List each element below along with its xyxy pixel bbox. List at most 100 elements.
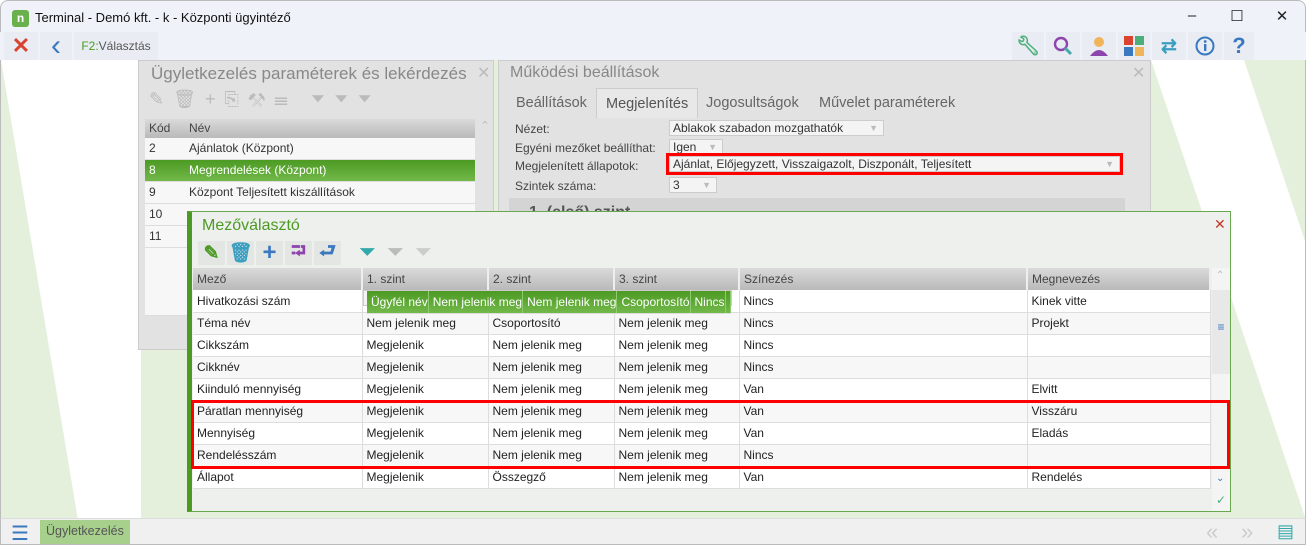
app-logo: n [12,10,29,27]
maximize-button[interactable]: ☐ [1222,7,1252,27]
tab-permissions[interactable]: Jogosultságok [697,88,808,118]
states-value: Ajánlat, Előjegyzett, Visszaigazolt, Dis… [673,157,972,171]
table-cell [1027,356,1211,379]
levels-select[interactable]: 3 ▼ [669,177,717,193]
chevron-down-icon: ▼ [708,142,717,152]
filter-clear-icon[interactable]: ⏷ [334,89,357,109]
levels-value: 3 [673,178,680,192]
column-header[interactable]: 3. szint [614,268,740,290]
move-down-icon[interactable]: ⮒ [285,241,312,265]
menu-icon[interactable]: ☰ [274,89,297,109]
view-value: Ablakok szabadon mozgathatók [673,121,844,135]
table-cell: Van [739,378,1028,401]
column-header[interactable]: 2. szint [488,268,615,290]
tab-settings[interactable]: Beállítások [507,88,596,118]
table-cell: Téma név [193,312,363,335]
add-icon[interactable]: + [205,89,225,109]
minimize-button[interactable]: – [1177,7,1207,27]
custom-fields-select[interactable]: Igen ▼ [669,139,723,155]
table-row[interactable]: 9 Központ Teljesített kiszállítások [145,182,475,204]
filter-clear-icon[interactable]: ⏷ [382,241,409,265]
scrollbar[interactable]: ⌃ ≡ ⌄ ✓ [1212,268,1230,511]
table-row[interactable]: Ügyfél név Nem jelenik meg Nem jelenik meg… [363,290,732,314]
scroll-down-icon[interactable]: ⌄ [1216,473,1224,484]
title-bar: n Terminal - Demó kft. - k - Központi üg… [0,0,1306,32]
table-cell: Csoportosító [488,312,615,335]
chevron-down-icon: ▼ [1105,159,1114,169]
delete-icon[interactable]: 🗑︎ [227,241,254,265]
edit-icon[interactable]: ✎ [149,89,173,109]
search-icon[interactable] [1046,32,1080,60]
column-header-name[interactable]: Név [189,119,210,138]
row-code: 9 [149,185,156,199]
row-code: 2 [149,141,156,155]
next-icon[interactable]: » [1241,519,1253,545]
delete-icon[interactable]: 🗑︎ [173,89,205,109]
table-cell: Nem jelenik meg [428,291,524,314]
swap-icon[interactable]: ⇄ [1152,32,1186,60]
tab-transactions[interactable]: Ügyletkezelés [40,520,130,544]
table-row[interactable]: Téma név Nem jelenik meg Csoportosító Nem j… [193,312,1211,335]
table-row[interactable]: Állapot Megjelenik Összegző Nem jelenik meg… [193,466,1211,489]
close-icon[interactable]: ✕ [4,32,38,60]
table-header: Mező 1. szint 2. szint 3. szint Színezés Megn… [193,268,1211,290]
previous-icon[interactable]: « [1206,519,1218,545]
table-row[interactable]: Kiinduló mennyiség Megjelenik Nem jelenik … [193,378,1211,401]
apps-icon[interactable] [1118,32,1150,60]
custom-fields-label: Egyéni mezőket beállíthat: [515,141,656,155]
table-cell: Nincs [690,291,726,314]
row-code: 11 [149,229,162,243]
menu-icon[interactable]: ☰ [11,521,29,546]
add-icon[interactable]: + [256,239,283,266]
tools-icon[interactable]: ⚒ [248,89,274,109]
document-icon[interactable]: ▤ [1277,521,1294,542]
states-select[interactable]: Ajánlat, Előjegyzett, Visszaigazolt, Dis… [666,153,1123,175]
info-icon[interactable] [1188,32,1222,60]
table-cell: Csoportosító [616,291,691,314]
table-row[interactable]: 2 Ajánlatok (Központ) [145,138,475,160]
scroll-thumb[interactable]: ≡ [1212,290,1230,374]
back-icon[interactable]: ‹ [40,29,72,62]
close-window-button[interactable]: ✕ [1267,7,1297,27]
filter-icon[interactable]: ⏷ [354,241,381,265]
table-row[interactable]: Cikkszám Megjelenik Nem jelenik meg Nem jel… [193,334,1211,357]
column-header-code[interactable]: Kód [149,119,170,138]
wrench-icon[interactable]: 🔧︎ [1012,32,1044,60]
user-icon[interactable] [1082,32,1116,60]
table-cell: Nem jelenik meg [614,334,740,357]
column-header[interactable]: Színezés [739,268,1028,290]
states-label: Megjelenített állapotok: [515,159,639,173]
toolbar: ✕ ‹ F2: Választás 🔧︎ ⇄ ? [0,29,1306,62]
column-header[interactable]: Megnevezés [1027,268,1211,290]
table-cell: Ügyfél név [367,291,429,314]
panel-title: Működési beállítások [510,64,660,81]
table-cell: Projekt [1027,312,1211,335]
close-icon[interactable]: ✕ [1132,63,1145,83]
table-row[interactable]: Cikknév Megjelenik Nem jelenik meg Nem jele… [193,356,1211,379]
table-cell: Kiinduló mennyiség [193,378,363,401]
filter-icon[interactable]: ⏷ [311,89,334,109]
column-header[interactable]: 1. szint [362,268,489,290]
table-cell: Cikknév [193,356,363,379]
help-icon[interactable]: ? [1224,32,1254,60]
chevron-down-icon: ▼ [869,123,878,133]
view-select[interactable]: Ablakok szabadon mozgathatók ▼ [669,120,884,136]
column-header[interactable]: Mező [193,268,363,290]
filter-add-icon[interactable]: ⏷ [358,89,381,109]
copy-icon[interactable]: ⎘ [224,89,247,109]
select-button[interactable]: F2: Választás [74,32,158,60]
select-label: Választás [98,39,151,53]
tab-display[interactable]: Megjelenítés [596,88,699,118]
close-icon[interactable]: ✕ [1214,216,1226,233]
filter-add-icon[interactable]: ⏷ [410,241,437,265]
edit-icon[interactable]: ✎ [198,241,225,265]
check-icon[interactable]: ✓ [1216,493,1226,507]
move-up-icon[interactable]: ⮐ [314,241,341,265]
scroll-up-icon[interactable]: ⌃ [1216,270,1224,281]
row-name: Központ Teljesített kiszállítások [189,185,355,199]
close-icon[interactable]: ✕ [477,63,490,83]
table-cell: Nincs [739,312,1028,335]
tab-operation-params[interactable]: Művelet paraméterek [810,88,964,118]
table-row-selected[interactable]: 8 Megrendelések (Központ) [145,160,475,182]
field-selector-dialog: Mezőválasztó ✕ ✎ 🗑︎ + ⮒ ⮐ ⏷ ⏷ ⏷ Mező 1. s… [187,211,1231,512]
